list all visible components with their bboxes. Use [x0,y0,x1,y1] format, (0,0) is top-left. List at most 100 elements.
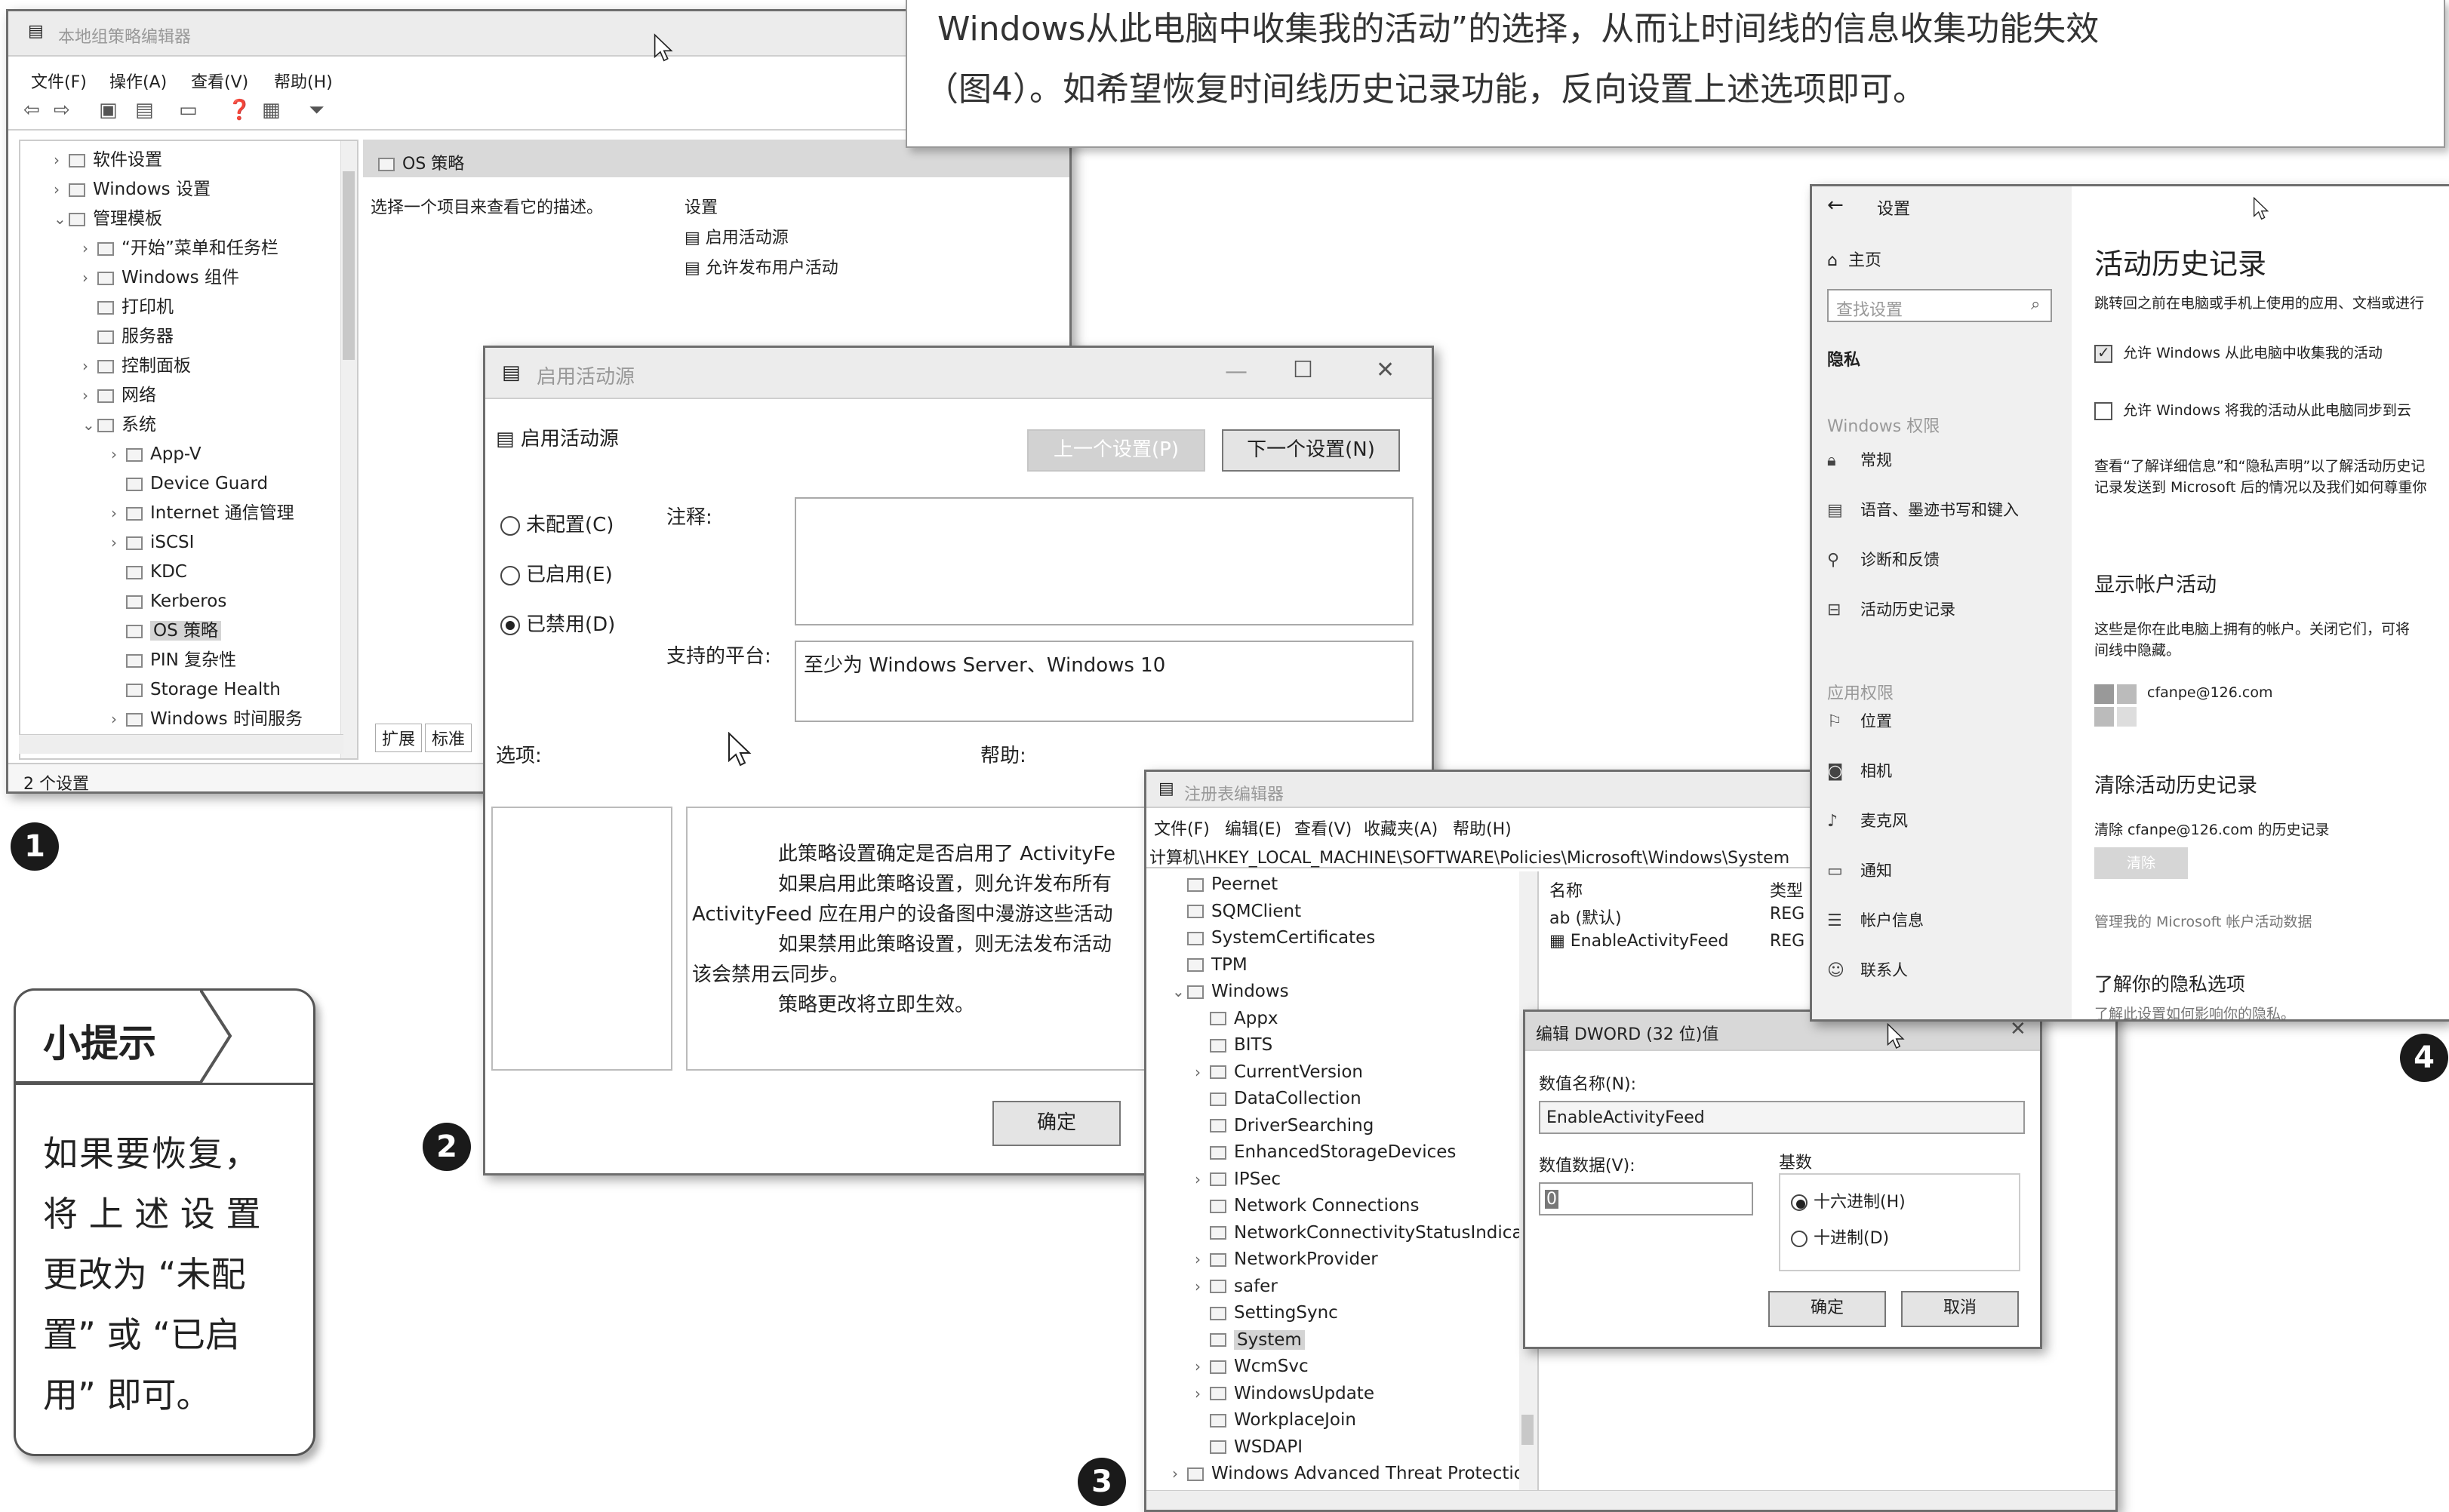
chevron-right-icon[interactable]: › [1195,1246,1210,1274]
export-icon[interactable]: ▭ [179,99,198,121]
close-icon[interactable]: ✕ [1376,357,1395,383]
registry-key[interactable]: BITS [1149,1032,1512,1059]
registry-key[interactable]: DataCollection [1149,1086,1512,1113]
up-folder-icon[interactable]: ▣ [99,99,118,121]
chevron-right-icon[interactable]: › [1172,1461,1187,1488]
tree-item[interactable]: ⌄ 管理模板 [25,204,342,234]
learn-text[interactable]: 了解此设置如何影响你的隐私。 [2094,1003,2295,1019]
chevron-down-icon[interactable]: ⌄ [54,204,69,234]
reg-menu-file[interactable]: 文件(F) [1154,816,1210,840]
chevron-right-icon[interactable]: › [1195,1059,1210,1086]
tree-item[interactable]: › App-V [25,440,342,469]
chevron-right-icon[interactable]: › [82,234,97,263]
registry-key[interactable]: WorkplaceJoin [1149,1407,1512,1434]
dword-ok-button[interactable]: 确定 [1768,1291,1886,1327]
chevron-right-icon[interactable]: › [82,352,97,381]
tab-extended[interactable]: 扩展 [375,724,423,752]
dword-cancel-button[interactable]: 取消 [1901,1291,2019,1327]
nav-notifications[interactable]: ▭ 通知 [1827,846,2069,896]
tree-item[interactable]: 打印机 [25,293,342,322]
next-setting-button[interactable]: 下一个设置(N) [1222,429,1400,472]
chevron-right-icon[interactable]: › [1195,1381,1210,1408]
tree-item[interactable]: OS 策略 [25,616,342,646]
radio-enabled[interactable]: 已启用(E) [500,559,613,587]
tree-item[interactable]: › 控制面板 [25,352,342,381]
setting-publish-user-activities[interactable]: ▤ 允许发布用户活动 [685,254,838,278]
chevron-down-icon[interactable]: ⌄ [82,410,97,440]
chevron-right-icon[interactable]: › [111,528,126,558]
forward-icon[interactable]: ⇨ [54,99,70,121]
tree-item[interactable]: KDC [25,558,342,587]
chevron-right-icon[interactable]: › [54,175,69,204]
registry-key[interactable]: System [1149,1327,1512,1354]
tree-item[interactable]: › Windows 时间服务 [25,705,342,734]
chevron-right-icon[interactable]: › [111,705,126,734]
tree-item[interactable]: Storage Health [25,675,342,705]
registry-key[interactable]: › IPSec [1149,1166,1512,1194]
registry-key[interactable]: › Windows Advanced Threat Protection [1149,1461,1535,1488]
nav-speech[interactable]: ▤ 语音、墨迹书写和键入 [1827,485,2069,535]
regedit-hscroll[interactable] [1146,1490,2115,1510]
checkbox-sync-activity[interactable]: 允许 Windows 将我的活动从此电脑同步到云 [2094,399,2411,420]
radio-hex[interactable]: 十六进制(H) [1791,1188,1906,1212]
nav-home[interactable]: ⌂ 主页 [1827,247,1881,271]
registry-key[interactable]: SystemCertificates [1149,925,1512,952]
menu-help[interactable]: 帮助(H) [274,69,333,93]
menu-action[interactable]: 操作(A) [109,69,167,93]
tree-item[interactable]: › iSCSI [25,528,342,558]
value-row-enableactivityfeed[interactable]: ▦ EnableActivityFeed [1549,932,1728,951]
nav-contacts[interactable]: ☺ 联系人 [1827,945,2069,995]
registry-key[interactable]: › safer [1149,1274,1512,1301]
settings-search-input[interactable]: 查找设置 ⌕ [1827,289,2052,322]
clear-button[interactable]: 清除 [2094,847,2188,879]
radio-disabled[interactable]: 已禁用(D) [500,609,615,637]
value-name-field[interactable]: EnableActivityFeed [1539,1101,2025,1134]
back-icon[interactable]: ← [1827,194,1844,217]
registry-key[interactable]: › CurrentVersion [1149,1059,1512,1086]
tree-item[interactable]: 服务器 [25,322,342,352]
chevron-right-icon[interactable]: › [54,146,69,175]
properties-icon[interactable]: ▦ [262,99,281,121]
registry-key[interactable]: WSDAPI [1149,1434,1512,1461]
comment-textarea[interactable] [795,497,1414,625]
chevron-right-icon[interactable]: › [111,499,126,528]
chevron-down-icon[interactable]: ⌄ [1172,979,1187,1006]
back-icon[interactable]: ⇦ [23,99,40,121]
checkbox-collect-activity[interactable]: 允许 Windows 从此电脑中收集我的活动 [2094,342,2383,363]
chevron-right-icon[interactable]: › [1195,1354,1210,1381]
tree-item[interactable]: Device Guard [25,469,342,499]
registry-key[interactable]: NetworkConnectivityStatusIndicator [1149,1220,1547,1247]
manage-activity-link[interactable]: 管理我的 Microsoft 帐户活动数据 [2094,911,2312,931]
show-tree-icon[interactable]: ▤ [135,99,154,121]
registry-key[interactable]: TPM [1149,952,1512,979]
tree-item[interactable]: › “开始”菜单和任务栏 [25,234,342,263]
registry-key[interactable]: EnhancedStorageDevices [1149,1139,1512,1166]
registry-key[interactable]: SettingSync [1149,1300,1512,1327]
nav-general[interactable]: 🔒︎ 常规 [1827,435,2069,485]
tree-item[interactable]: › 网络 [25,381,342,410]
nav-account-info[interactable]: ☰ 帐户信息 [1827,896,2069,945]
chevron-right-icon[interactable]: › [1195,1274,1210,1301]
setting-enable-activity-feed[interactable]: ▤ 启用活动源 [685,224,789,248]
nav-activity-history[interactable]: ⊟ 活动历史记录 [1827,585,2069,635]
registry-key[interactable]: Appx [1149,1006,1512,1033]
chevron-right-icon[interactable]: › [82,263,97,293]
chevron-right-icon[interactable]: › [111,440,126,469]
reg-menu-help[interactable]: 帮助(H) [1453,816,1512,840]
help-icon[interactable]: ❓ [227,99,251,121]
filter-icon[interactable]: ⏷ [309,99,325,122]
ok-button[interactable]: 确定 [992,1101,1121,1146]
nav-location[interactable]: ⚐ 位置 [1827,696,2069,746]
value-row-default[interactable]: ab (默认) [1549,905,1622,929]
tree-item[interactable]: › 软件设置 [25,146,342,175]
registry-key[interactable]: Peernet [1149,871,1512,899]
tree-item[interactable]: Kerberos [25,587,342,616]
reg-menu-favorites[interactable]: 收藏夹(A) [1364,816,1438,840]
registry-key[interactable]: › NetworkProvider [1149,1246,1512,1274]
tab-standard[interactable]: 标准 [425,724,472,752]
chevron-right-icon[interactable]: › [82,381,97,410]
tree-item[interactable]: › Windows 组件 [25,263,342,293]
prev-setting-button[interactable]: 上一个设置(P) [1027,429,1205,472]
nav-microphone[interactable]: ♪ 麦克风 [1827,796,2069,846]
value-data-field[interactable]: 0 [1539,1182,1753,1215]
